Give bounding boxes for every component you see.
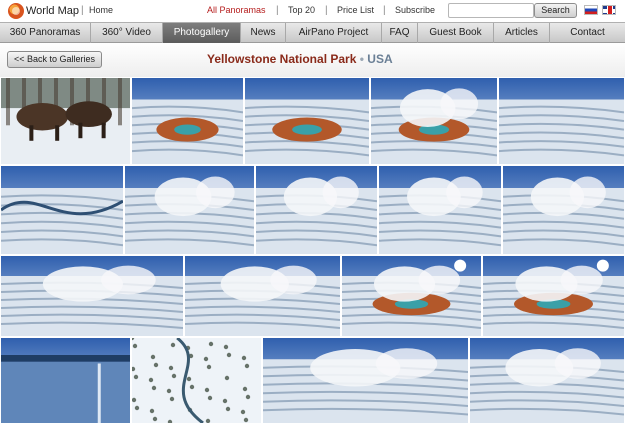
- russian-flag-icon[interactable]: [584, 5, 598, 15]
- separator: |: [276, 5, 279, 16]
- gallery-thumbnail[interactable]: [124, 165, 255, 255]
- top-bar: World Map | Home All Panoramas | Top 20 …: [0, 0, 625, 22]
- top20-link[interactable]: Top 20: [288, 5, 315, 15]
- search-input[interactable]: [448, 3, 534, 18]
- gallery-thumbnail[interactable]: [131, 77, 244, 165]
- gallery-thumbnail[interactable]: [370, 77, 498, 165]
- price-list-link[interactable]: Price List: [337, 5, 374, 15]
- nav-airpano-project[interactable]: AirPano Project: [286, 23, 382, 43]
- back-to-galleries-button[interactable]: << Back to Galleries: [7, 51, 102, 68]
- title-separator: •: [359, 52, 364, 66]
- gallery-thumbnail[interactable]: [482, 255, 625, 337]
- gallery-thumbnail[interactable]: [0, 77, 131, 165]
- nav-360-video[interactable]: 360° Video: [91, 23, 163, 43]
- gallery-thumbnail[interactable]: [255, 165, 378, 255]
- nav-guest-book[interactable]: Guest Book: [418, 23, 494, 43]
- separator: |: [383, 5, 386, 16]
- nav-faq[interactable]: FAQ: [382, 23, 418, 43]
- gallery-thumbnail[interactable]: [502, 165, 625, 255]
- gallery-thumbnail[interactable]: [378, 165, 502, 255]
- search-button[interactable]: Search: [534, 3, 577, 18]
- gallery-thumbnail[interactable]: [341, 255, 482, 337]
- gallery-thumbnail[interactable]: [498, 77, 625, 165]
- nav-contact[interactable]: Contact: [550, 23, 625, 43]
- title-country: USA: [367, 52, 393, 66]
- nav-photogallery[interactable]: Photogallery: [163, 23, 241, 43]
- nav-articles[interactable]: Articles: [494, 23, 550, 43]
- separator: |: [81, 5, 84, 16]
- gallery-thumbnail[interactable]: [131, 337, 262, 424]
- nav-360-panoramas[interactable]: 360 Panoramas: [0, 23, 91, 43]
- main-nav: 360 Panoramas 360° Video Photogallery Ne…: [0, 22, 625, 43]
- gallery-thumbnail[interactable]: [184, 255, 341, 337]
- gallery-thumbnail[interactable]: [0, 165, 124, 255]
- gallery-thumbnail[interactable]: [469, 337, 625, 424]
- page-title: Yellowstone National Park • USA: [207, 52, 393, 66]
- nav-news[interactable]: News: [241, 23, 286, 43]
- separator: |: [325, 5, 328, 16]
- english-flag-icon[interactable]: [602, 5, 616, 15]
- gallery-thumbnail[interactable]: [0, 337, 131, 424]
- subscribe-link[interactable]: Subscribe: [395, 5, 435, 15]
- globe-icon: [8, 3, 24, 19]
- gallery-thumbnail[interactable]: [262, 337, 469, 424]
- gallery-thumbnail[interactable]: [244, 77, 370, 165]
- world-map-link[interactable]: World Map: [8, 2, 79, 20]
- all-panoramas-link[interactable]: All Panoramas: [207, 5, 266, 15]
- home-link[interactable]: Home: [89, 5, 113, 15]
- gallery-thumbnail[interactable]: [0, 255, 184, 337]
- world-map-label: World Map: [26, 5, 79, 17]
- title-park: Yellowstone National Park: [207, 52, 357, 66]
- gallery-header: << Back to Galleries Yellowstone Nationa…: [0, 43, 625, 77]
